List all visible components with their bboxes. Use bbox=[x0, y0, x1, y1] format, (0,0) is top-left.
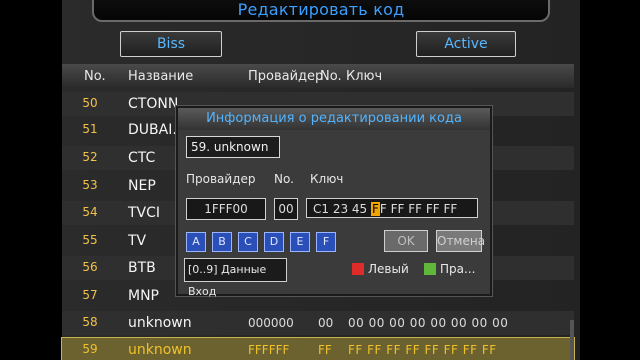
provider-label: Провайдер bbox=[186, 172, 256, 186]
row-number: 54 bbox=[82, 205, 98, 219]
editor-screen: Редактировать код Biss Active No. Назван… bbox=[0, 0, 640, 360]
col-pno: No. bbox=[320, 69, 342, 84]
row-provider: FFFFFF bbox=[248, 343, 290, 357]
key-input[interactable]: C1 23 45 FF FF FF FF FF bbox=[306, 198, 478, 218]
dialog-title: Информация о редактировании кода bbox=[178, 108, 490, 130]
row-name: unknown bbox=[128, 315, 192, 331]
row-name: NEP bbox=[128, 178, 156, 194]
page-title: Редактировать код bbox=[237, 0, 405, 19]
row-name: unknown bbox=[128, 342, 192, 358]
row-number: 52 bbox=[82, 150, 98, 164]
row-name: TV bbox=[128, 233, 147, 249]
table-row[interactable]: 58 unknown 000000 00 00 00 00 00 00 00 0… bbox=[62, 311, 574, 335]
row-pno: 00 bbox=[318, 316, 334, 330]
hex-a-button[interactable]: A bbox=[186, 232, 206, 252]
provider-input[interactable]: 1FFF00 bbox=[186, 198, 266, 220]
col-provider: Провайдер bbox=[248, 69, 324, 84]
channel-name-field: 59. unknown bbox=[186, 136, 280, 158]
table-row-selected[interactable]: 59 unknown FFFFFF FF FF FF FF FF FF FF F… bbox=[61, 337, 575, 360]
row-name: TVCI bbox=[128, 205, 161, 221]
green-key-label: Пра... bbox=[440, 262, 476, 276]
key-text-after: F FF FF FF FF bbox=[379, 202, 458, 216]
no-label: No. bbox=[274, 172, 294, 186]
row-provider: 000000 bbox=[248, 316, 294, 330]
green-key-icon bbox=[424, 263, 436, 275]
row-key: FF FF FF FF FF FF FF FF bbox=[348, 343, 497, 357]
title-bar: Редактировать код bbox=[92, 0, 550, 22]
row-name: CTC bbox=[128, 150, 156, 166]
col-name: Название bbox=[128, 69, 194, 84]
row-number: 51 bbox=[82, 122, 98, 136]
row-number: 59 bbox=[82, 342, 98, 356]
scrollbar[interactable] bbox=[570, 320, 574, 360]
col-key: Ключ bbox=[346, 69, 383, 84]
ok-button[interactable]: OK bbox=[384, 230, 428, 252]
row-number: 56 bbox=[82, 260, 98, 274]
hex-c-button[interactable]: C bbox=[238, 232, 258, 252]
no-input[interactable]: 00 bbox=[274, 198, 298, 220]
cancel-button[interactable]: Отмена bbox=[436, 230, 485, 252]
row-number: 53 bbox=[82, 178, 98, 192]
row-number: 58 bbox=[82, 315, 98, 329]
hex-d-button[interactable]: D bbox=[264, 232, 284, 252]
row-number: 50 bbox=[82, 96, 98, 110]
key-label: Ключ bbox=[310, 172, 344, 186]
input-hint: [0..9] Данные Вход bbox=[184, 258, 287, 298]
col-no: No. bbox=[84, 69, 106, 84]
hex-f-button[interactable]: F bbox=[316, 232, 336, 252]
table-header: No. Название Провайдер No. Ключ bbox=[62, 64, 574, 88]
hex-b-button[interactable]: B bbox=[212, 232, 232, 252]
row-name: MNP bbox=[128, 288, 159, 304]
row-name: BTB bbox=[128, 260, 156, 276]
row-pno: FF bbox=[318, 343, 332, 357]
key-text-before: C1 23 45 bbox=[313, 202, 371, 216]
biss-button[interactable]: Biss bbox=[120, 31, 222, 57]
key-cursor: F bbox=[371, 202, 380, 216]
red-key-icon bbox=[352, 263, 364, 275]
red-key-label: Левый bbox=[368, 262, 409, 276]
row-key: 00 00 00 00 00 00 00 00 bbox=[348, 316, 509, 330]
row-number: 57 bbox=[82, 288, 98, 302]
row-number: 55 bbox=[82, 233, 98, 247]
active-button[interactable]: Active bbox=[416, 31, 516, 57]
hex-e-button[interactable]: E bbox=[290, 232, 310, 252]
edit-code-dialog: Информация о редактировании кода 59. unk… bbox=[176, 106, 492, 298]
